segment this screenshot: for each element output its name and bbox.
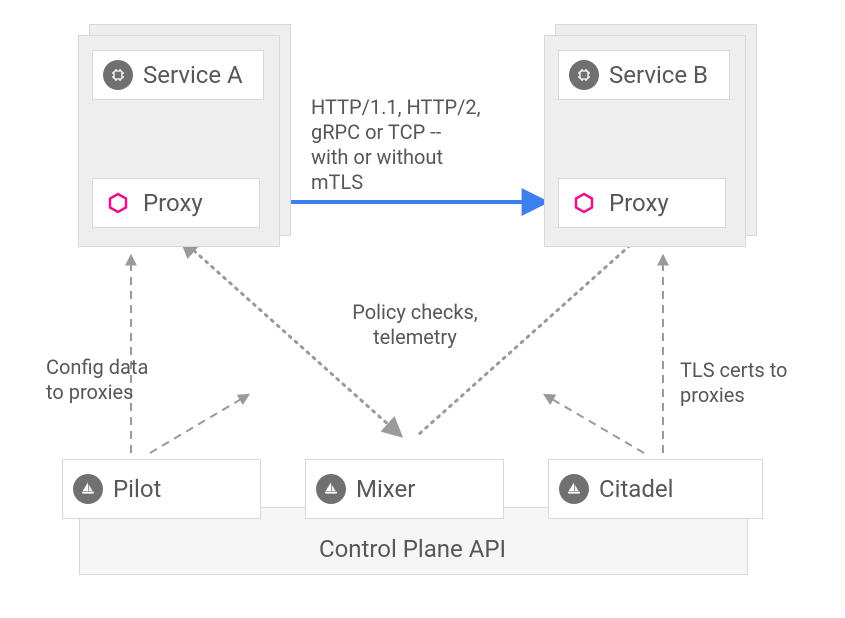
pilot-box: Pilot bbox=[62, 459, 261, 519]
control-plane-api-label: Control Plane API bbox=[79, 535, 746, 563]
proxy-b-box: Proxy bbox=[558, 178, 726, 228]
chip-icon bbox=[569, 60, 599, 90]
mixer-box: Mixer bbox=[305, 459, 504, 519]
proxy-b-label: Proxy bbox=[609, 189, 669, 217]
service-b-box: Service B bbox=[558, 50, 730, 100]
citadel-label: Citadel bbox=[599, 475, 673, 503]
service-a-label: Service A bbox=[143, 61, 243, 89]
tls-annotation: TLS certs to proxies bbox=[680, 358, 810, 408]
sailboat-icon bbox=[559, 474, 589, 504]
sailboat-icon bbox=[316, 474, 346, 504]
protocols-annotation: HTTP/1.1, HTTP/2, gRPC or TCP -- with or… bbox=[311, 95, 531, 195]
pilot-label: Pilot bbox=[113, 475, 161, 503]
proxy-a-label: Proxy bbox=[143, 189, 203, 217]
hexagon-icon bbox=[569, 188, 599, 218]
sailboat-icon bbox=[73, 474, 103, 504]
chip-icon bbox=[103, 60, 133, 90]
citadel-box: Citadel bbox=[548, 459, 763, 519]
config-annotation: Config data to proxies bbox=[46, 355, 176, 405]
service-a-box: Service A bbox=[92, 50, 264, 100]
policy-annotation: Policy checks, telemetry bbox=[335, 300, 495, 350]
mixer-label: Mixer bbox=[356, 475, 415, 503]
hexagon-icon bbox=[103, 188, 133, 218]
service-b-label: Service B bbox=[609, 61, 708, 89]
proxy-a-box: Proxy bbox=[92, 178, 260, 228]
dashed-citadel-slant bbox=[545, 395, 644, 453]
